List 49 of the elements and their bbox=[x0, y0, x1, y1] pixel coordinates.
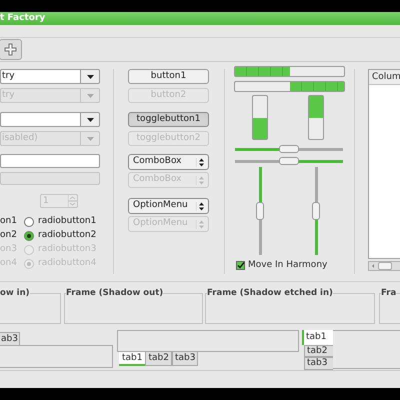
combo-box[interactable]: ComboBox bbox=[128, 154, 209, 170]
tree-view[interactable]: Colum bbox=[368, 69, 400, 259]
tab[interactable]: ab3 bbox=[0, 332, 20, 345]
slider-thumb[interactable] bbox=[279, 157, 299, 165]
frame-label: Fra bbox=[381, 289, 396, 298]
tab[interactable]: tab1 bbox=[302, 330, 333, 345]
checkbox-label[interactable]: Move In Harmony bbox=[248, 259, 328, 272]
tab[interactable]: tab3 bbox=[172, 352, 198, 366]
combo-entry[interactable] bbox=[0, 112, 100, 127]
notebook-panel bbox=[333, 330, 400, 369]
up-down-arrows-icon bbox=[196, 202, 205, 210]
radio-button[interactable] bbox=[24, 231, 34, 241]
button[interactable]: button1 bbox=[128, 69, 209, 84]
tab[interactable]: tab1 bbox=[119, 352, 146, 366]
up-down-arrows-icon bbox=[196, 176, 205, 184]
radio-label[interactable]: radiobutton2 bbox=[38, 229, 96, 243]
up-down-arrows-icon bbox=[196, 220, 205, 228]
tab[interactable]: tab2 bbox=[304, 344, 333, 358]
plus-icon bbox=[4, 43, 17, 56]
dropdown-arrow-icon bbox=[86, 74, 94, 78]
slider[interactable] bbox=[235, 157, 343, 165]
dropdown-arrow-icon bbox=[86, 136, 94, 140]
text-field[interactable] bbox=[0, 154, 100, 168]
dropdown-arrow-icon bbox=[86, 94, 94, 98]
radio-label: on2 bbox=[0, 229, 18, 242]
slider-thumb[interactable] bbox=[279, 145, 299, 153]
dropdown-arrow-icon bbox=[86, 118, 94, 122]
radio-label: on1 bbox=[0, 215, 18, 228]
frame-label: Frame (Shadow out) bbox=[66, 289, 164, 298]
checkbox[interactable] bbox=[236, 261, 245, 270]
window-title: t Factory bbox=[0, 14, 46, 23]
slider-thumb[interactable] bbox=[256, 202, 264, 220]
slider[interactable] bbox=[235, 145, 343, 153]
column-header[interactable]: Colum bbox=[369, 70, 400, 84]
tab[interactable]: tab2 bbox=[145, 352, 172, 366]
toggle-button[interactable]: togglebutton1 bbox=[128, 112, 209, 127]
radio-button[interactable] bbox=[24, 217, 34, 227]
frame-label: ow in) bbox=[0, 289, 30, 298]
option-menu[interactable]: OptionMenu bbox=[128, 198, 209, 214]
slider[interactable] bbox=[312, 167, 320, 255]
slider[interactable] bbox=[256, 167, 264, 255]
slider-thumb[interactable] bbox=[312, 202, 320, 220]
tab[interactable]: tab3 bbox=[304, 357, 333, 370]
scrollbar-thumb[interactable] bbox=[378, 262, 392, 270]
frame-label: Frame (Shadow etched in) bbox=[207, 289, 333, 298]
radio-label[interactable]: radiobutton1 bbox=[38, 215, 96, 229]
add-button[interactable] bbox=[0, 39, 22, 60]
horizontal-scrollbar[interactable] bbox=[368, 261, 400, 271]
up-down-arrows-icon bbox=[196, 158, 205, 166]
